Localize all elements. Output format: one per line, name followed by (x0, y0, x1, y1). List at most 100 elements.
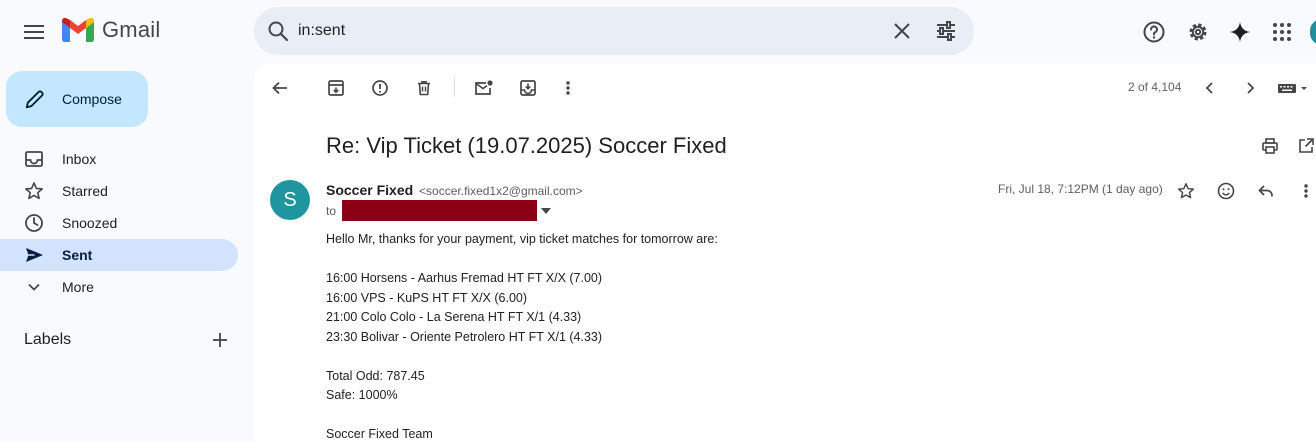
caret-down-icon[interactable] (541, 207, 552, 214)
keyboard-icon (1278, 84, 1307, 93)
printer-icon (1262, 138, 1278, 154)
sidebar-item-label: Starred (62, 183, 108, 199)
search-button[interactable] (266, 19, 290, 43)
close-icon (894, 23, 910, 39)
input-tools-button[interactable] (1276, 76, 1310, 100)
search-icon (268, 21, 289, 42)
emoji-icon (1217, 182, 1235, 200)
help-icon (1143, 21, 1165, 43)
support-button[interactable] (1138, 16, 1170, 48)
reply-button[interactable] (1254, 179, 1278, 203)
more-vert-icon (1304, 184, 1308, 198)
inbox-icon (25, 151, 43, 167)
sparkle-icon (1230, 22, 1250, 42)
redacted-recipient (342, 200, 538, 221)
send-icon (26, 248, 43, 262)
chevron-down-icon (28, 283, 40, 291)
sender-email: <soccer.fixed1x2@gmail.com> (419, 184, 583, 198)
body-line (326, 406, 718, 426)
archive-button[interactable] (324, 76, 348, 100)
search-input[interactable] (298, 19, 858, 43)
gemini-button[interactable] (1224, 16, 1256, 48)
body-line (326, 347, 718, 367)
body-line: 16:00 VPS - KuPS HT FT X/X (6.00) (326, 290, 528, 305)
sidebar-item-sent[interactable]: Sent (0, 239, 238, 271)
body-line: 21:00 Colo Colo - La Serena HT FT X/1 (4… (326, 310, 582, 324)
to-label: to (326, 203, 337, 218)
trash-icon (418, 81, 430, 96)
compose-button[interactable]: Compose (6, 71, 148, 127)
star-icon (25, 182, 43, 200)
body-line: 16:00 Horsens - Aarhus Fremad HT FT X/X … (326, 271, 603, 285)
more-options-button[interactable] (556, 76, 580, 100)
pencil-icon (25, 90, 44, 109)
older-button[interactable] (1238, 76, 1262, 100)
message-more-button[interactable] (1294, 179, 1316, 203)
report-spam-button[interactable] (368, 76, 392, 100)
gmail-m-icon (62, 18, 94, 42)
email-body: Hello Mr, thanks for your payment, vip t… (326, 230, 718, 442)
open-in-new-icon (1299, 138, 1314, 153)
gmail-logo[interactable]: Gmail (62, 17, 160, 43)
compose-label: Compose (62, 91, 122, 107)
sidebar-item-starred[interactable]: Starred (0, 175, 238, 207)
email-date: Fri, Jul 18, 7:12PM (1 day ago) (998, 182, 1163, 196)
body-line: 23:30 Bolivar - Oriente Petrolero HT FT … (326, 329, 603, 344)
message-view: 2 of 4,104 Re: Vip Ticket (19.07.2025) S… (254, 63, 1316, 442)
plus-icon (213, 333, 227, 347)
avatar[interactable] (1310, 19, 1316, 45)
toolbar-divider (454, 77, 455, 97)
create-label-button[interactable] (210, 330, 230, 350)
email-subject: Re: Vip Ticket (19.07.2025) Soccer Fixed (326, 133, 727, 158)
app-name: Gmail (102, 17, 161, 42)
delete-button[interactable] (412, 76, 436, 100)
labels-heading: Labels (24, 331, 72, 348)
sidebar-item-snoozed[interactable]: Snoozed (0, 207, 238, 239)
sidebar-item-label: Snoozed (62, 215, 118, 231)
clear-search-button[interactable] (890, 19, 914, 43)
print-button[interactable] (1258, 134, 1282, 158)
body-line: Safe: 1000% (326, 388, 398, 402)
reply-icon (1258, 185, 1273, 197)
search-bar (254, 7, 974, 55)
move-to-icon (520, 80, 536, 96)
sidebar-item-label: Sent (62, 247, 93, 263)
archive-icon (328, 80, 344, 96)
recipient-line: to (326, 200, 552, 221)
open-new-window-button[interactable] (1294, 134, 1316, 158)
sidebar-item-more[interactable]: More (0, 271, 238, 303)
chevron-left-icon (1205, 82, 1213, 94)
search-options-button[interactable] (934, 19, 958, 43)
arrow-left-icon (272, 81, 287, 95)
apps-grid-icon (1273, 23, 1291, 41)
clock-icon (25, 214, 43, 232)
sender-avatar[interactable]: S (270, 180, 310, 220)
newer-button[interactable] (1198, 76, 1222, 100)
star-outline-icon (1177, 183, 1195, 199)
sender-line: Soccer Fixed <soccer.fixed1x2@gmail.com> (326, 182, 583, 198)
sidebar-item-label: Inbox (62, 151, 97, 167)
move-to-button[interactable] (516, 76, 540, 100)
gear-icon (1189, 23, 1207, 41)
mail-unread-icon (475, 80, 493, 95)
sidebar-item-inbox[interactable]: Inbox (0, 143, 238, 175)
body-line: Total Odd: 787.45 (326, 368, 425, 383)
more-vert-icon (566, 81, 570, 95)
chevron-right-icon (1247, 82, 1255, 94)
star-button[interactable] (1174, 179, 1198, 203)
body-line (326, 250, 718, 270)
mark-unread-button[interactable] (472, 76, 496, 100)
body-line: Soccer Fixed Team (326, 427, 433, 441)
main-menu-button[interactable] (18, 16, 50, 48)
sender-name[interactable]: Soccer Fixed (326, 182, 413, 198)
sidebar-item-label: More (62, 279, 94, 295)
body-line: Hello Mr, thanks for your payment, vip t… (326, 232, 718, 246)
add-reaction-button[interactable] (1214, 179, 1238, 203)
hamburger-icon (24, 25, 44, 39)
settings-button[interactable] (1182, 16, 1214, 48)
tune-icon (937, 21, 955, 41)
apps-button[interactable] (1266, 16, 1298, 48)
back-button[interactable] (268, 76, 292, 100)
report-icon (372, 80, 388, 96)
pagination-count: 2 of 4,104 (1128, 80, 1182, 94)
